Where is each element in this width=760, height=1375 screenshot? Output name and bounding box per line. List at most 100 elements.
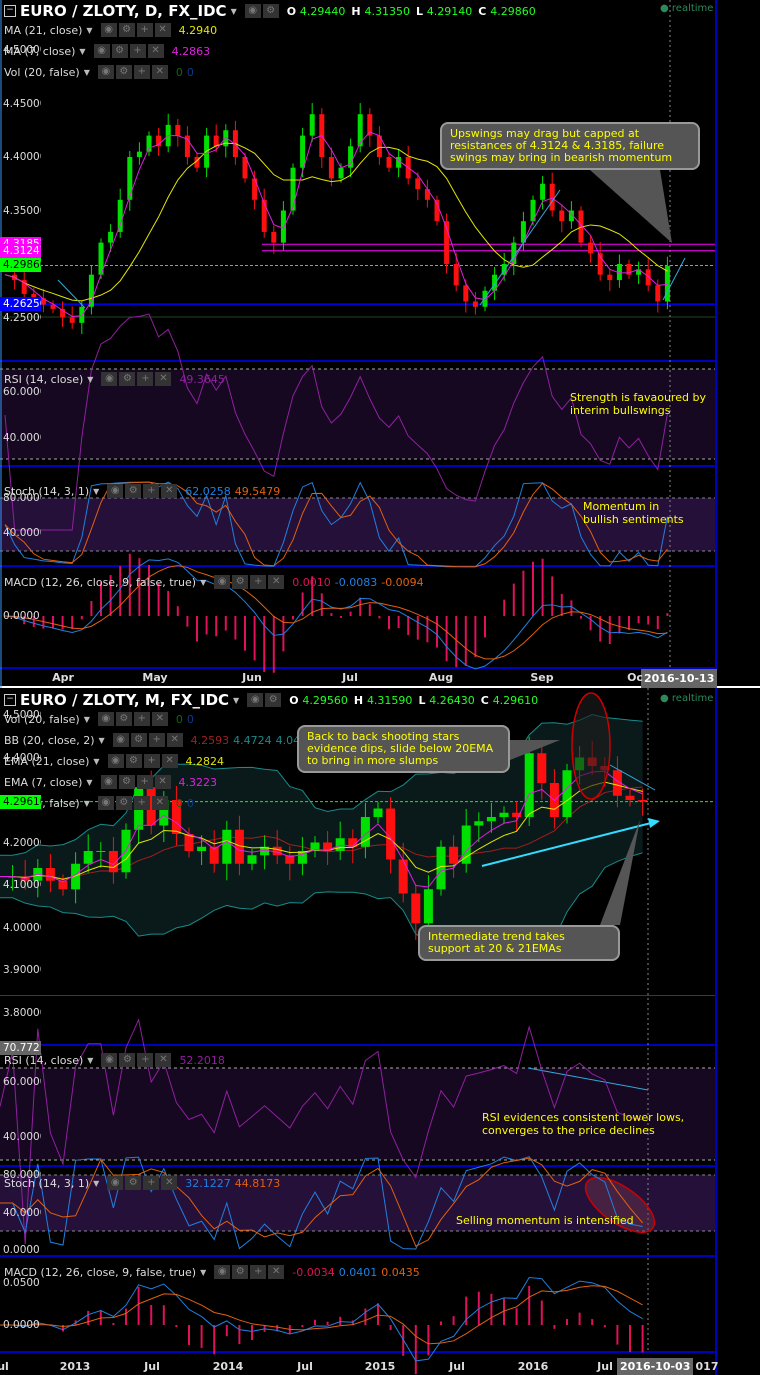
symbol-title[interactable]: EURO / ZLOTY, M, FX_IDC <box>20 691 229 709</box>
plus-icon[interactable]: + <box>250 1265 267 1279</box>
close-icon[interactable]: ✕ <box>155 1053 172 1067</box>
close-icon[interactable]: ✕ <box>154 23 171 37</box>
time-axis-label: 2014 <box>212 1360 244 1373</box>
eye-icon[interactable]: ◉ <box>97 65 114 79</box>
close-icon[interactable]: ✕ <box>161 1176 178 1190</box>
eye-icon[interactable]: ◉ <box>101 1053 118 1067</box>
close-icon[interactable]: ✕ <box>161 754 178 768</box>
collapse-icon[interactable]: − <box>4 694 16 706</box>
indicator-label[interactable]: MA (21, close) <box>4 24 82 37</box>
bottom-stoch-legend: Stoch (14, 3, 1) ▼ ◉ ⚙ + ✕ 32.1227 44.8173 <box>4 1176 281 1190</box>
top-stoch-legend: Stoch (14, 3, 1) ▼ ◉ ⚙ + ✕ 62.0258 49.5479 <box>4 484 281 498</box>
gear-icon[interactable]: ⚙ <box>232 1265 249 1279</box>
gear-icon[interactable]: ⚙ <box>119 372 136 386</box>
bottom-date-tag: 2016-10-03 <box>617 1358 694 1375</box>
price-axis-label: 3.80000 <box>3 1006 41 1019</box>
rsi-axis-label: 60.0000 <box>3 386 41 398</box>
eye-icon[interactable]: ◉ <box>101 372 118 386</box>
gear-icon[interactable]: ⚙ <box>232 575 249 589</box>
chevron-down-icon[interactable]: ▼ <box>84 715 90 724</box>
time-axis-label: Aug <box>428 671 454 684</box>
plus-icon[interactable]: + <box>143 1176 160 1190</box>
eye-icon[interactable]: ◉ <box>107 484 124 498</box>
eye-icon[interactable]: ◉ <box>112 733 129 747</box>
close-icon[interactable]: ✕ <box>268 1265 285 1279</box>
eye-icon[interactable]: ◉ <box>214 575 231 589</box>
daily-candle <box>645 269 651 286</box>
gear-icon[interactable]: ⚙ <box>111 44 128 58</box>
bottom-stoch-annotation: Selling momentum is intensified <box>456 1214 634 1227</box>
daily-candle <box>309 114 315 136</box>
gear-icon[interactable]: ⚙ <box>118 23 135 37</box>
close-icon[interactable]: ✕ <box>155 372 172 386</box>
indicator-label[interactable]: EMA (7, close) <box>4 776 82 789</box>
close-icon[interactable]: ✕ <box>154 775 171 789</box>
monthly-candle <box>562 770 572 817</box>
gear-icon[interactable]: ⚙ <box>115 796 132 810</box>
daily-candle <box>300 135 306 168</box>
plus-icon[interactable]: + <box>143 754 160 768</box>
chevron-down-icon[interactable]: ▼ <box>99 736 105 745</box>
close-icon[interactable]: ✕ <box>268 575 285 589</box>
gear-icon[interactable]: ⚙ <box>119 1053 136 1067</box>
plus-icon[interactable]: + <box>148 733 165 747</box>
plus-icon[interactable]: + <box>250 575 267 589</box>
monthly-candle <box>411 893 421 924</box>
macd-axis-label: 0.0000 <box>3 610 40 622</box>
close-icon[interactable]: ✕ <box>151 796 168 810</box>
chevron-down-icon[interactable]: ▼ <box>84 68 90 77</box>
plus-icon[interactable]: + <box>137 372 154 386</box>
symbol-title[interactable]: EURO / ZLOTY, D, FX_IDC <box>20 2 227 20</box>
close-icon[interactable]: ✕ <box>151 65 168 79</box>
gear-icon[interactable]: ⚙ <box>115 65 132 79</box>
eye-icon[interactable]: ◉ <box>214 1265 231 1279</box>
close-icon[interactable]: ✕ <box>147 44 164 58</box>
chevron-down-icon[interactable]: ▼ <box>84 799 90 808</box>
eye-icon[interactable]: ◉ <box>107 1176 124 1190</box>
daily-candle <box>108 231 114 243</box>
eye-icon[interactable]: ◉ <box>97 796 114 810</box>
price-tag: 4.26250 <box>0 297 41 312</box>
gear-icon[interactable]: ⚙ <box>115 712 132 726</box>
plus-icon[interactable]: + <box>129 44 146 58</box>
ohlc-readout: O 4.29560 H 4.31590 L 4.26430 C 4.29610 <box>289 693 539 707</box>
indicator-label[interactable]: Vol (20, false) <box>4 66 80 79</box>
eye-icon[interactable]: ◉ <box>100 23 117 37</box>
chevron-down-icon[interactable]: ▼ <box>233 696 239 705</box>
plus-icon[interactable]: + <box>133 796 150 810</box>
eye-icon[interactable]: ◉ <box>100 775 117 789</box>
gear-icon[interactable]: ⚙ <box>125 484 142 498</box>
plus-icon[interactable]: + <box>137 1053 154 1067</box>
chevron-down-icon[interactable]: ▼ <box>93 757 99 766</box>
plus-icon[interactable]: + <box>136 23 153 37</box>
plus-icon[interactable]: + <box>133 712 150 726</box>
chevron-down-icon[interactable]: ▼ <box>231 7 237 16</box>
time-axis-label: 2013 <box>59 1360 91 1373</box>
plus-icon[interactable]: + <box>136 775 153 789</box>
indicator-label[interactable]: BB (20, close, 2) <box>4 734 95 747</box>
plus-icon[interactable]: + <box>143 484 160 498</box>
eye-icon[interactable]: ◉ <box>93 44 110 58</box>
daily-candle <box>415 178 421 190</box>
chevron-down-icon[interactable]: ▼ <box>79 47 85 56</box>
eye-icon[interactable]: ◉ <box>247 693 264 707</box>
eye-icon[interactable]: ◉ <box>244 4 261 18</box>
gear-icon[interactable]: ⚙ <box>125 1176 142 1190</box>
plus-icon[interactable]: + <box>133 65 150 79</box>
chevron-down-icon[interactable]: ▼ <box>86 778 92 787</box>
close-icon[interactable]: ✕ <box>161 484 178 498</box>
eye-icon[interactable]: ◉ <box>107 754 124 768</box>
gear-icon[interactable]: ⚙ <box>118 775 135 789</box>
monthly-candle <box>96 851 106 852</box>
collapse-icon[interactable]: − <box>4 5 16 17</box>
gear-icon[interactable]: ⚙ <box>262 4 279 18</box>
top-stoch-annotation: Momentum in bullish sentiments <box>583 500 684 526</box>
gear-icon[interactable]: ⚙ <box>265 693 282 707</box>
chevron-down-icon[interactable]: ▼ <box>86 26 92 35</box>
eye-icon[interactable]: ◉ <box>97 712 114 726</box>
gear-icon[interactable]: ⚙ <box>125 754 142 768</box>
close-icon[interactable]: ✕ <box>151 712 168 726</box>
close-icon[interactable]: ✕ <box>166 733 183 747</box>
gear-icon[interactable]: ⚙ <box>130 733 147 747</box>
indicator-value: 4.4724 <box>233 733 272 747</box>
